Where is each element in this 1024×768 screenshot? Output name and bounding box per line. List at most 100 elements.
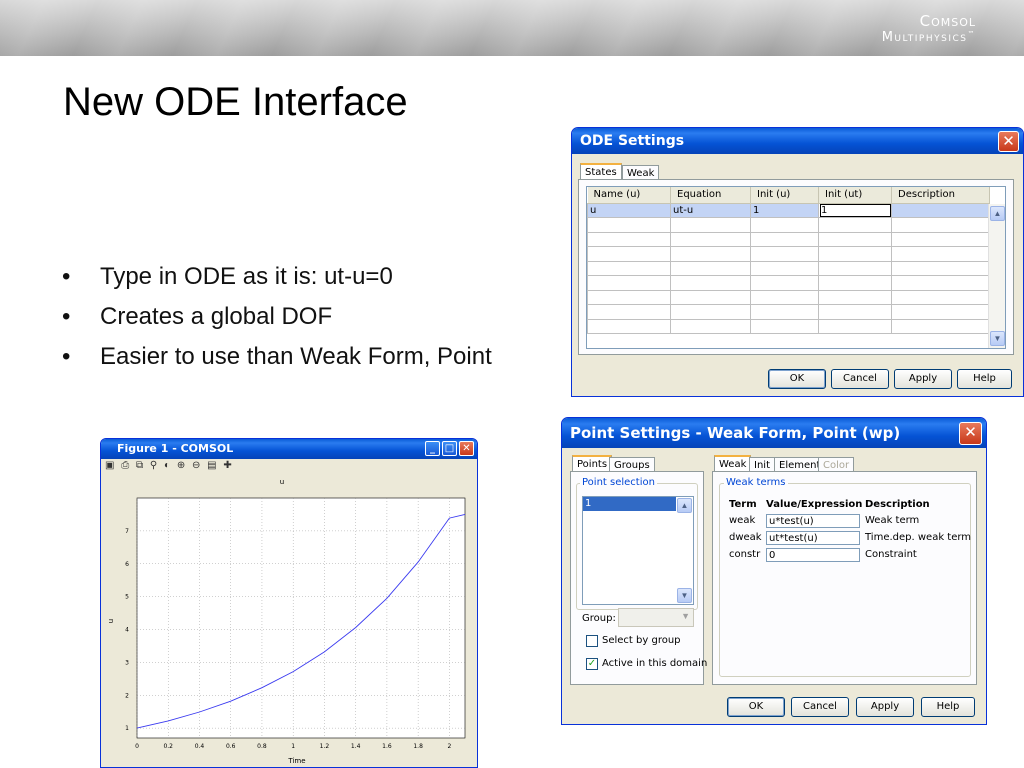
dweak-term-input[interactable]: ut*test(u) <box>766 531 860 545</box>
table-cell[interactable] <box>670 275 751 291</box>
table-row[interactable] <box>587 246 990 262</box>
help-button[interactable]: Help <box>957 369 1012 389</box>
figure-window: Figure 1 - COMSOL _ □ ✕ ▣ ⎙ ⧉ ⚲ ◐ ⊕ ⊖ ▤ … <box>100 438 478 768</box>
table-scrollbar[interactable]: ▲ ▼ <box>988 204 1005 348</box>
table-cell[interactable]: ut-u <box>670 202 751 218</box>
table-cell[interactable] <box>818 275 892 291</box>
column-header[interactable]: Description <box>891 187 990 204</box>
figure-toolbar[interactable]: ▣ ⎙ ⧉ ⚲ ◐ ⊕ ⊖ ▤ ✚ <box>101 459 477 473</box>
y-tick-label: 1 <box>125 725 129 732</box>
tab-states[interactable]: States <box>580 163 622 180</box>
ok-button[interactable]: OK <box>768 369 826 389</box>
table-cell[interactable] <box>670 231 751 247</box>
cancel-button[interactable]: Cancel <box>791 697 849 717</box>
table-cell[interactable] <box>891 246 990 262</box>
cancel-button[interactable]: Cancel <box>831 369 889 389</box>
table-cell[interactable] <box>670 260 751 276</box>
table-cell[interactable] <box>818 289 892 305</box>
table-cell[interactable]: 1 <box>750 202 819 218</box>
group-select[interactable]: ▼ <box>618 608 694 627</box>
list-item[interactable]: 1 <box>583 497 676 511</box>
table-row[interactable] <box>587 260 990 276</box>
header-sheen <box>0 0 1024 56</box>
table-cell[interactable] <box>670 289 751 305</box>
table-cell[interactable] <box>891 318 990 334</box>
minimize-icon[interactable]: _ <box>425 441 440 456</box>
table-cell[interactable] <box>587 246 671 262</box>
table-cell[interactable] <box>750 260 819 276</box>
table-cell[interactable] <box>818 304 892 320</box>
table-cell[interactable] <box>587 260 671 276</box>
table-cell[interactable] <box>750 289 819 305</box>
table-row[interactable] <box>587 318 990 334</box>
table-cell[interactable] <box>818 260 892 276</box>
help-button[interactable]: Help <box>921 697 975 717</box>
table-row[interactable] <box>587 289 990 305</box>
table-cell[interactable] <box>750 318 819 334</box>
term-name: constr <box>729 549 761 560</box>
table-cell[interactable] <box>750 217 819 233</box>
table-cell-editing[interactable]: 1 <box>818 202 892 218</box>
table-cell[interactable] <box>587 217 671 233</box>
select-by-group-label: Select by group <box>602 635 681 646</box>
table-cell[interactable] <box>891 289 990 305</box>
table-cell[interactable] <box>818 318 892 334</box>
point-selection-list[interactable]: 1 ▲ ▼ <box>582 496 694 605</box>
table-cell[interactable] <box>587 275 671 291</box>
table-cell[interactable] <box>670 217 751 233</box>
table-cell[interactable]: u <box>587 202 671 218</box>
point-dialog-title: Point Settings - Weak Form, Point (wp) <box>570 424 901 442</box>
ok-button[interactable]: OK <box>727 697 785 717</box>
comsol-logo: Comsol Multiphysics™ <box>882 12 976 45</box>
table-cell[interactable] <box>670 304 751 320</box>
column-header[interactable]: Name (u) <box>587 187 671 204</box>
table-cell[interactable] <box>891 217 990 233</box>
table-cell[interactable] <box>750 246 819 262</box>
scroll-down-icon[interactable]: ▼ <box>677 588 692 603</box>
table-row[interactable]: u ut-u 1 1 <box>587 202 990 218</box>
table-cell[interactable] <box>670 318 751 334</box>
table-row[interactable] <box>587 275 990 291</box>
active-in-domain-checkbox[interactable]: ✓ <box>586 658 598 670</box>
table-cell[interactable] <box>818 246 892 262</box>
table-cell[interactable] <box>891 202 990 218</box>
table-cell[interactable] <box>891 275 990 291</box>
table-cell[interactable] <box>587 289 671 305</box>
table-row[interactable] <box>587 217 990 233</box>
weak-term-input[interactable]: u*test(u) <box>766 514 860 528</box>
close-icon[interactable]: ✕ <box>998 131 1019 152</box>
table-row[interactable] <box>587 231 990 247</box>
table-row[interactable] <box>587 304 990 320</box>
logo-line-1: Comsol <box>919 12 976 30</box>
table-cell[interactable] <box>750 231 819 247</box>
table-cell[interactable] <box>891 304 990 320</box>
table-cell[interactable] <box>587 304 671 320</box>
table-cell[interactable] <box>891 260 990 276</box>
maximize-icon[interactable]: □ <box>442 441 457 456</box>
column-header[interactable]: Init (ut) <box>818 187 892 204</box>
table-cell[interactable] <box>750 275 819 291</box>
scroll-up-icon[interactable]: ▲ <box>677 498 692 513</box>
column-header[interactable]: Init (u) <box>750 187 819 204</box>
table-cell[interactable] <box>587 231 671 247</box>
table-cell[interactable] <box>818 231 892 247</box>
table-cell[interactable] <box>891 231 990 247</box>
column-header[interactable]: Equation <box>670 187 751 204</box>
apply-button[interactable]: Apply <box>894 369 952 389</box>
scroll-down-icon[interactable]: ▼ <box>990 331 1005 346</box>
table-cell[interactable] <box>750 304 819 320</box>
x-tick-label: 0.6 <box>226 743 236 750</box>
table-cell[interactable] <box>818 217 892 233</box>
select-by-group-checkbox[interactable] <box>586 635 598 647</box>
chart-title: u <box>280 478 284 486</box>
constr-term-input[interactable]: 0 <box>766 548 860 562</box>
table-cell[interactable] <box>587 318 671 334</box>
scroll-up-icon[interactable]: ▲ <box>990 206 1005 221</box>
close-icon[interactable]: ✕ <box>959 422 982 445</box>
bullet-marker: • <box>62 263 71 290</box>
apply-button[interactable]: Apply <box>856 697 914 717</box>
close-icon[interactable]: ✕ <box>459 441 474 456</box>
tab-points[interactable]: Points <box>572 455 613 472</box>
tab-weak[interactable]: Weak <box>714 455 752 472</box>
table-cell[interactable] <box>670 246 751 262</box>
